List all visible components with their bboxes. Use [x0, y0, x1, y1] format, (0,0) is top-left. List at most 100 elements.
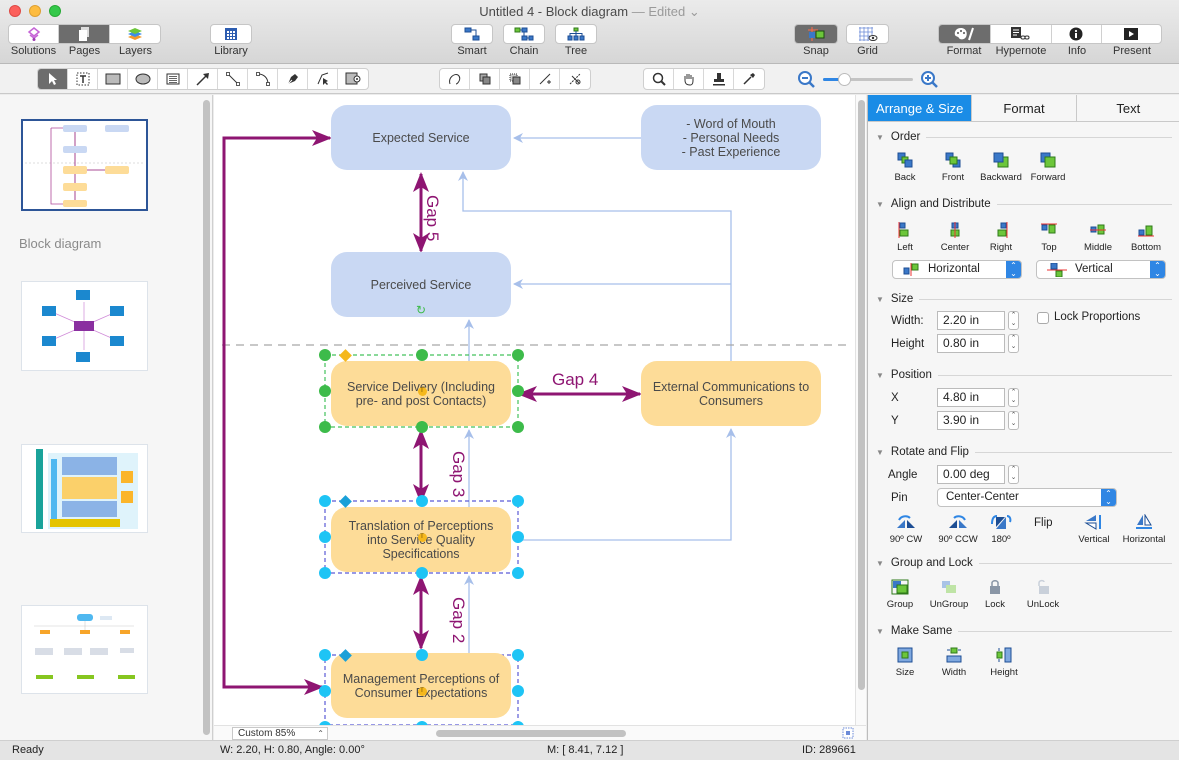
smart-connector-button[interactable] [451, 24, 493, 44]
tab-format[interactable]: Format [972, 95, 1077, 121]
x-field[interactable]: 4.80 in [937, 388, 1005, 407]
stamp-tool[interactable] [704, 69, 734, 89]
order-forward-button[interactable]: Forward [1028, 151, 1068, 183]
size-section-header[interactable]: ▼ Size [876, 293, 1172, 305]
same-height-button[interactable]: Height [987, 646, 1021, 678]
lock-button[interactable]: Lock [982, 578, 1008, 610]
zoom-in-icon[interactable] [920, 70, 940, 90]
rotate-ccw-button[interactable]: 90º CCW [935, 513, 981, 545]
canvas-vertical-scrollbar[interactable] [855, 95, 866, 725]
resize-handle[interactable] [319, 649, 331, 661]
node-management-perceptions[interactable]: Management Perceptions of Consumer Expec… [331, 653, 511, 718]
resize-handle[interactable] [319, 567, 331, 579]
angle-stepper[interactable]: ⌃ ⌄ [1008, 465, 1019, 484]
height-stepper[interactable]: ⌃ ⌄ [1008, 334, 1019, 353]
rectangle-tool[interactable] [98, 69, 128, 89]
rotate-section-header[interactable]: ▼ Rotate and Flip [876, 446, 1172, 458]
resize-handle[interactable] [319, 685, 331, 697]
node-external-communications[interactable]: External Communications to Consumers [641, 361, 821, 426]
page-thumbnail-1[interactable] [21, 119, 148, 211]
format-button[interactable] [939, 25, 991, 43]
text-handle-icon[interactable]: T [417, 533, 427, 542]
hand-tool[interactable] [674, 69, 704, 89]
ungroup-edit-tool[interactable] [500, 69, 530, 89]
resize-handle[interactable] [319, 531, 331, 543]
zoom-slider[interactable] [823, 73, 913, 86]
pages-button[interactable] [59, 25, 110, 43]
select-tool[interactable] [38, 69, 68, 89]
rotate-180-button[interactable]: 180º [986, 513, 1016, 545]
order-section-header[interactable]: ▼ Order [876, 131, 1172, 143]
grid-button[interactable] [846, 24, 889, 44]
eyedropper-tool[interactable] [734, 69, 764, 89]
line-tool[interactable] [218, 69, 248, 89]
resize-handle[interactable] [319, 349, 331, 361]
align-left-button[interactable]: Left [890, 221, 920, 253]
ellipse-tool[interactable] [128, 69, 158, 89]
resize-handle[interactable] [319, 421, 331, 433]
layers-button[interactable] [110, 25, 160, 43]
text-block-tool[interactable] [158, 69, 188, 89]
align-right-button[interactable]: Right [986, 221, 1016, 253]
width-field[interactable]: 2.20 in [937, 311, 1005, 330]
page-thumbnail-3[interactable] [21, 444, 148, 533]
resize-handle[interactable] [415, 421, 428, 433]
hypernote-button[interactable] [991, 25, 1052, 43]
width-stepper[interactable]: ⌃ ⌄ [1008, 311, 1019, 330]
unlock-button[interactable]: UnLock [1024, 578, 1062, 610]
y-stepper[interactable]: ⌃ ⌄ [1008, 411, 1019, 430]
align-section-header[interactable]: ▼ Align and Distribute [876, 198, 1172, 210]
canvas-vscroll-thumb[interactable] [858, 100, 865, 690]
pen-tool[interactable] [278, 69, 308, 89]
order-backward-button[interactable]: Backward [979, 151, 1023, 183]
align-middle-button[interactable]: Middle [1080, 221, 1116, 253]
info-button[interactable] [1052, 25, 1102, 43]
make-same-section-header[interactable]: ▼ Make Same [876, 625, 1172, 637]
chain-connector-button[interactable] [503, 24, 545, 44]
curve-edit-tool[interactable] [440, 69, 470, 89]
resize-handle[interactable] [512, 685, 524, 697]
pin-select[interactable]: Center-Center ⌃ ⌄ [937, 488, 1117, 507]
align-bottom-button[interactable]: Bottom [1127, 221, 1165, 253]
resize-handle[interactable] [415, 649, 428, 661]
zoom-tool[interactable] [644, 69, 674, 89]
resize-handle[interactable] [415, 567, 428, 579]
sidebar-scrollbar[interactable] [203, 100, 210, 735]
group-button[interactable]: Group [884, 578, 916, 610]
resize-handle[interactable] [512, 385, 524, 397]
resize-handle[interactable] [319, 385, 331, 397]
ungroup-button[interactable]: UnGroup [927, 578, 971, 610]
order-back-button[interactable]: Back [890, 151, 920, 183]
diagram-canvas[interactable]: Expected Service - Word of Mouth - Perso… [214, 95, 866, 740]
resize-handle[interactable] [319, 495, 331, 507]
angle-field[interactable]: 0.00 deg [937, 465, 1005, 484]
text-handle-icon[interactable]: T [417, 687, 427, 696]
y-field[interactable]: 3.90 in [937, 411, 1005, 430]
present-button[interactable] [1102, 25, 1161, 43]
library-button[interactable] [210, 24, 252, 44]
shape-insert-tool[interactable] [338, 69, 368, 89]
text-handle-icon[interactable]: T [417, 387, 427, 396]
resize-handle[interactable] [415, 495, 428, 507]
node-expectation-sources[interactable]: - Word of Mouth - Personal Needs - Past … [641, 105, 821, 170]
rotate-handle-icon[interactable]: ↻ [416, 303, 426, 317]
canvas-hscroll-thumb[interactable] [436, 730, 626, 737]
group-edit-tool[interactable] [470, 69, 500, 89]
resize-handle[interactable] [415, 349, 428, 361]
order-front-button[interactable]: Front [938, 151, 968, 183]
flip-vertical-button[interactable]: Vertical [1075, 513, 1113, 545]
align-center-button[interactable]: Center [938, 221, 972, 253]
zoom-out-icon[interactable] [797, 70, 817, 90]
same-width-button[interactable]: Width [937, 646, 971, 678]
arc-tool[interactable] [248, 69, 278, 89]
canvas-horizontal-scrollbar[interactable]: Custom 85%⌃⌄ [214, 725, 866, 749]
x-stepper[interactable]: ⌃ ⌄ [1008, 388, 1019, 407]
align-top-button[interactable]: Top [1034, 221, 1064, 253]
zoom-slider-knob[interactable] [838, 73, 851, 86]
gap1-loop-arrow[interactable] [222, 130, 332, 689]
add-point-tool[interactable] [530, 69, 560, 89]
tab-arrange-size[interactable]: Arrange & Size [868, 95, 973, 121]
bezier-tool[interactable] [308, 69, 338, 89]
tree-connector-button[interactable] [555, 24, 597, 44]
resize-handle[interactable] [512, 495, 524, 507]
